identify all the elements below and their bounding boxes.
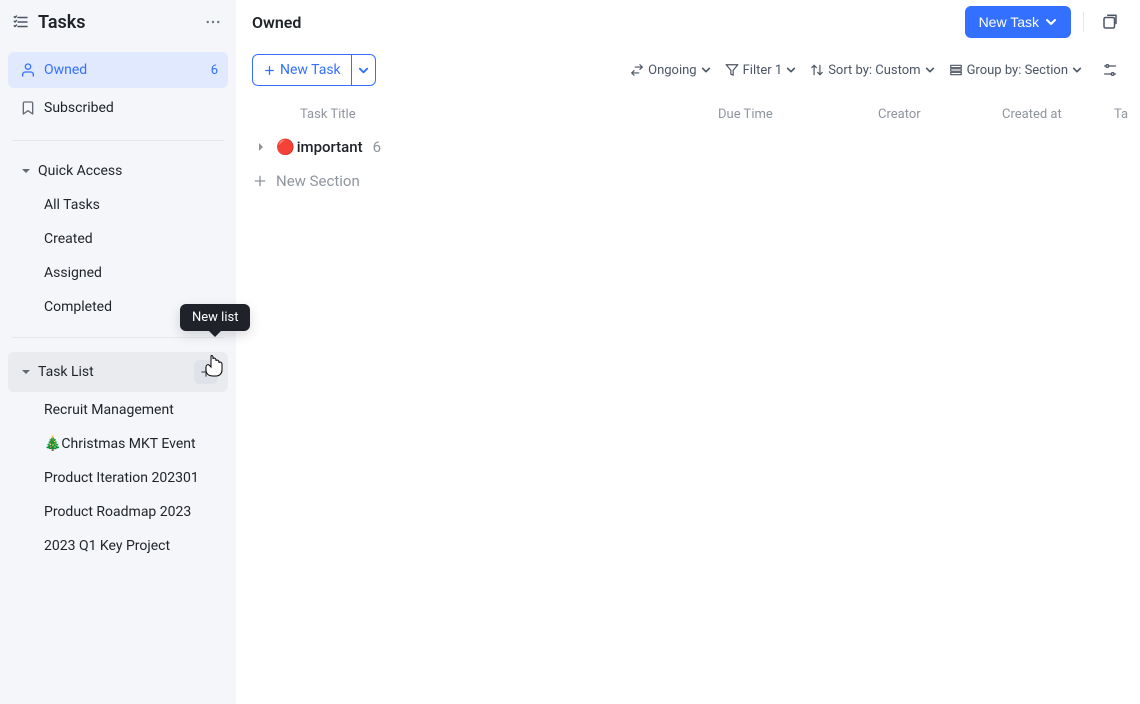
caret-down-icon: [18, 364, 34, 380]
plus-icon: [263, 64, 276, 77]
section-count: 6: [373, 138, 381, 156]
group-label: Group by: Section: [967, 63, 1068, 78]
sidebar-item-label: Created: [44, 231, 93, 247]
tasks-app-icon: [10, 11, 32, 33]
sliders-icon: [1102, 62, 1118, 78]
group-control[interactable]: Group by: Section: [949, 63, 1082, 78]
column-header-creator[interactable]: Creator: [870, 107, 994, 122]
status-label: Ongoing: [648, 63, 696, 78]
section-header-label: Quick Access: [38, 163, 218, 179]
divider: [12, 337, 224, 338]
caret-right-icon[interactable]: [252, 138, 270, 156]
divider: [1083, 12, 1084, 32]
sidebar-header: Tasks: [0, 0, 236, 44]
column-header-tag[interactable]: Ta: [1106, 107, 1124, 122]
sidebar-item-label: Owned: [44, 62, 211, 78]
section-header-label: Task List: [38, 364, 194, 380]
chevron-down-icon: [786, 65, 796, 75]
sidebar-item-subscribed[interactable]: Subscribed: [8, 90, 228, 126]
quickaccess-item-all-tasks[interactable]: All Tasks: [8, 189, 228, 221]
sidebar-item-owned[interactable]: Owned 6: [8, 52, 228, 88]
filter-label: Filter 1: [743, 63, 783, 78]
filter-control[interactable]: Filter 1: [725, 63, 797, 78]
section-header-quick-access[interactable]: Quick Access: [8, 155, 228, 187]
chevron-down-icon: [1072, 65, 1082, 75]
plus-icon: [252, 173, 268, 189]
sidebar-item-label: Assigned: [44, 265, 102, 281]
section-header-task-list[interactable]: Task List: [8, 352, 228, 392]
table-header: Task Title Due Time Creator Created at T…: [236, 96, 1140, 132]
tasklist-item[interactable]: 2023 Q1 Key Project: [8, 530, 228, 562]
divider: [12, 140, 224, 141]
group-icon: [949, 63, 963, 77]
task-section-row[interactable]: 🔴 important 6: [236, 132, 1140, 162]
user-icon: [18, 60, 38, 80]
status-icon: [630, 63, 644, 77]
sidebar-item-label: Recruit Management: [44, 402, 174, 418]
bookmark-icon: [18, 98, 38, 118]
toolbar: New Task Ongoing Filter 1 Sort by: Custo…: [236, 44, 1140, 96]
sidebar-item-label: Product Roadmap 2023: [44, 504, 191, 520]
quickaccess-item-created[interactable]: Created: [8, 223, 228, 255]
chevron-down-icon: [701, 65, 711, 75]
sidebar-item-label: 🎄Christmas MKT Event: [44, 436, 196, 452]
new-task-button[interactable]: New Task: [253, 55, 351, 85]
new-task-label: New Task: [979, 14, 1039, 30]
new-task-button-primary[interactable]: New Task: [965, 6, 1071, 38]
tooltip-text: New list: [192, 310, 238, 325]
tasklist-item[interactable]: Product Iteration 202301: [8, 462, 228, 494]
sidebar-more-button[interactable]: [200, 9, 226, 35]
tooltip-new-list: New list: [180, 304, 250, 331]
new-task-dropdown[interactable]: [351, 55, 375, 85]
sidebar-item-count: 6: [211, 63, 218, 78]
sidebar-item-label: Product Iteration 202301: [44, 470, 199, 486]
main-content: Owned New Task New Task: [236, 0, 1140, 704]
settings-button[interactable]: [1096, 56, 1124, 84]
topbar: Owned New Task: [236, 0, 1140, 44]
app-title: Tasks: [38, 12, 200, 33]
sidebar-item-label: Subscribed: [44, 100, 218, 116]
new-list-button[interactable]: [194, 360, 218, 384]
new-section-label: New Section: [276, 172, 360, 190]
section-emoji: 🔴: [276, 138, 295, 156]
quickaccess-item-assigned[interactable]: Assigned: [8, 257, 228, 289]
section-name: important: [297, 138, 363, 156]
new-section-button[interactable]: New Section: [236, 162, 1140, 200]
sidebar-item-label: Completed: [44, 299, 112, 315]
filter-icon: [725, 63, 739, 77]
caret-down-icon: [18, 163, 34, 179]
open-in-new-window-button[interactable]: [1096, 8, 1124, 36]
sidebar-item-label: All Tasks: [44, 197, 100, 213]
tasklist-item[interactable]: Product Roadmap 2023: [8, 496, 228, 528]
tasklist-item[interactable]: Recruit Management: [8, 394, 228, 426]
sidebar: Tasks Owned 6 Subscribed: [0, 0, 236, 704]
column-header-due[interactable]: Due Time: [710, 107, 870, 122]
page-title: Owned: [252, 13, 965, 32]
tasklist-item[interactable]: 🎄Christmas MKT Event: [8, 428, 228, 460]
new-task-split-button: New Task: [252, 54, 376, 86]
chevron-down-icon: [925, 65, 935, 75]
sort-label: Sort by: Custom: [828, 63, 920, 78]
sidebar-item-label: 2023 Q1 Key Project: [44, 538, 170, 554]
chevron-down-icon: [1045, 16, 1057, 28]
sort-control[interactable]: Sort by: Custom: [810, 63, 934, 78]
chevron-down-icon: [358, 65, 369, 76]
sort-icon: [810, 63, 824, 77]
column-header-title[interactable]: Task Title: [252, 107, 710, 122]
new-task-label: New Task: [280, 62, 341, 78]
status-filter[interactable]: Ongoing: [630, 63, 710, 78]
column-header-created-at[interactable]: Created at: [994, 107, 1106, 122]
